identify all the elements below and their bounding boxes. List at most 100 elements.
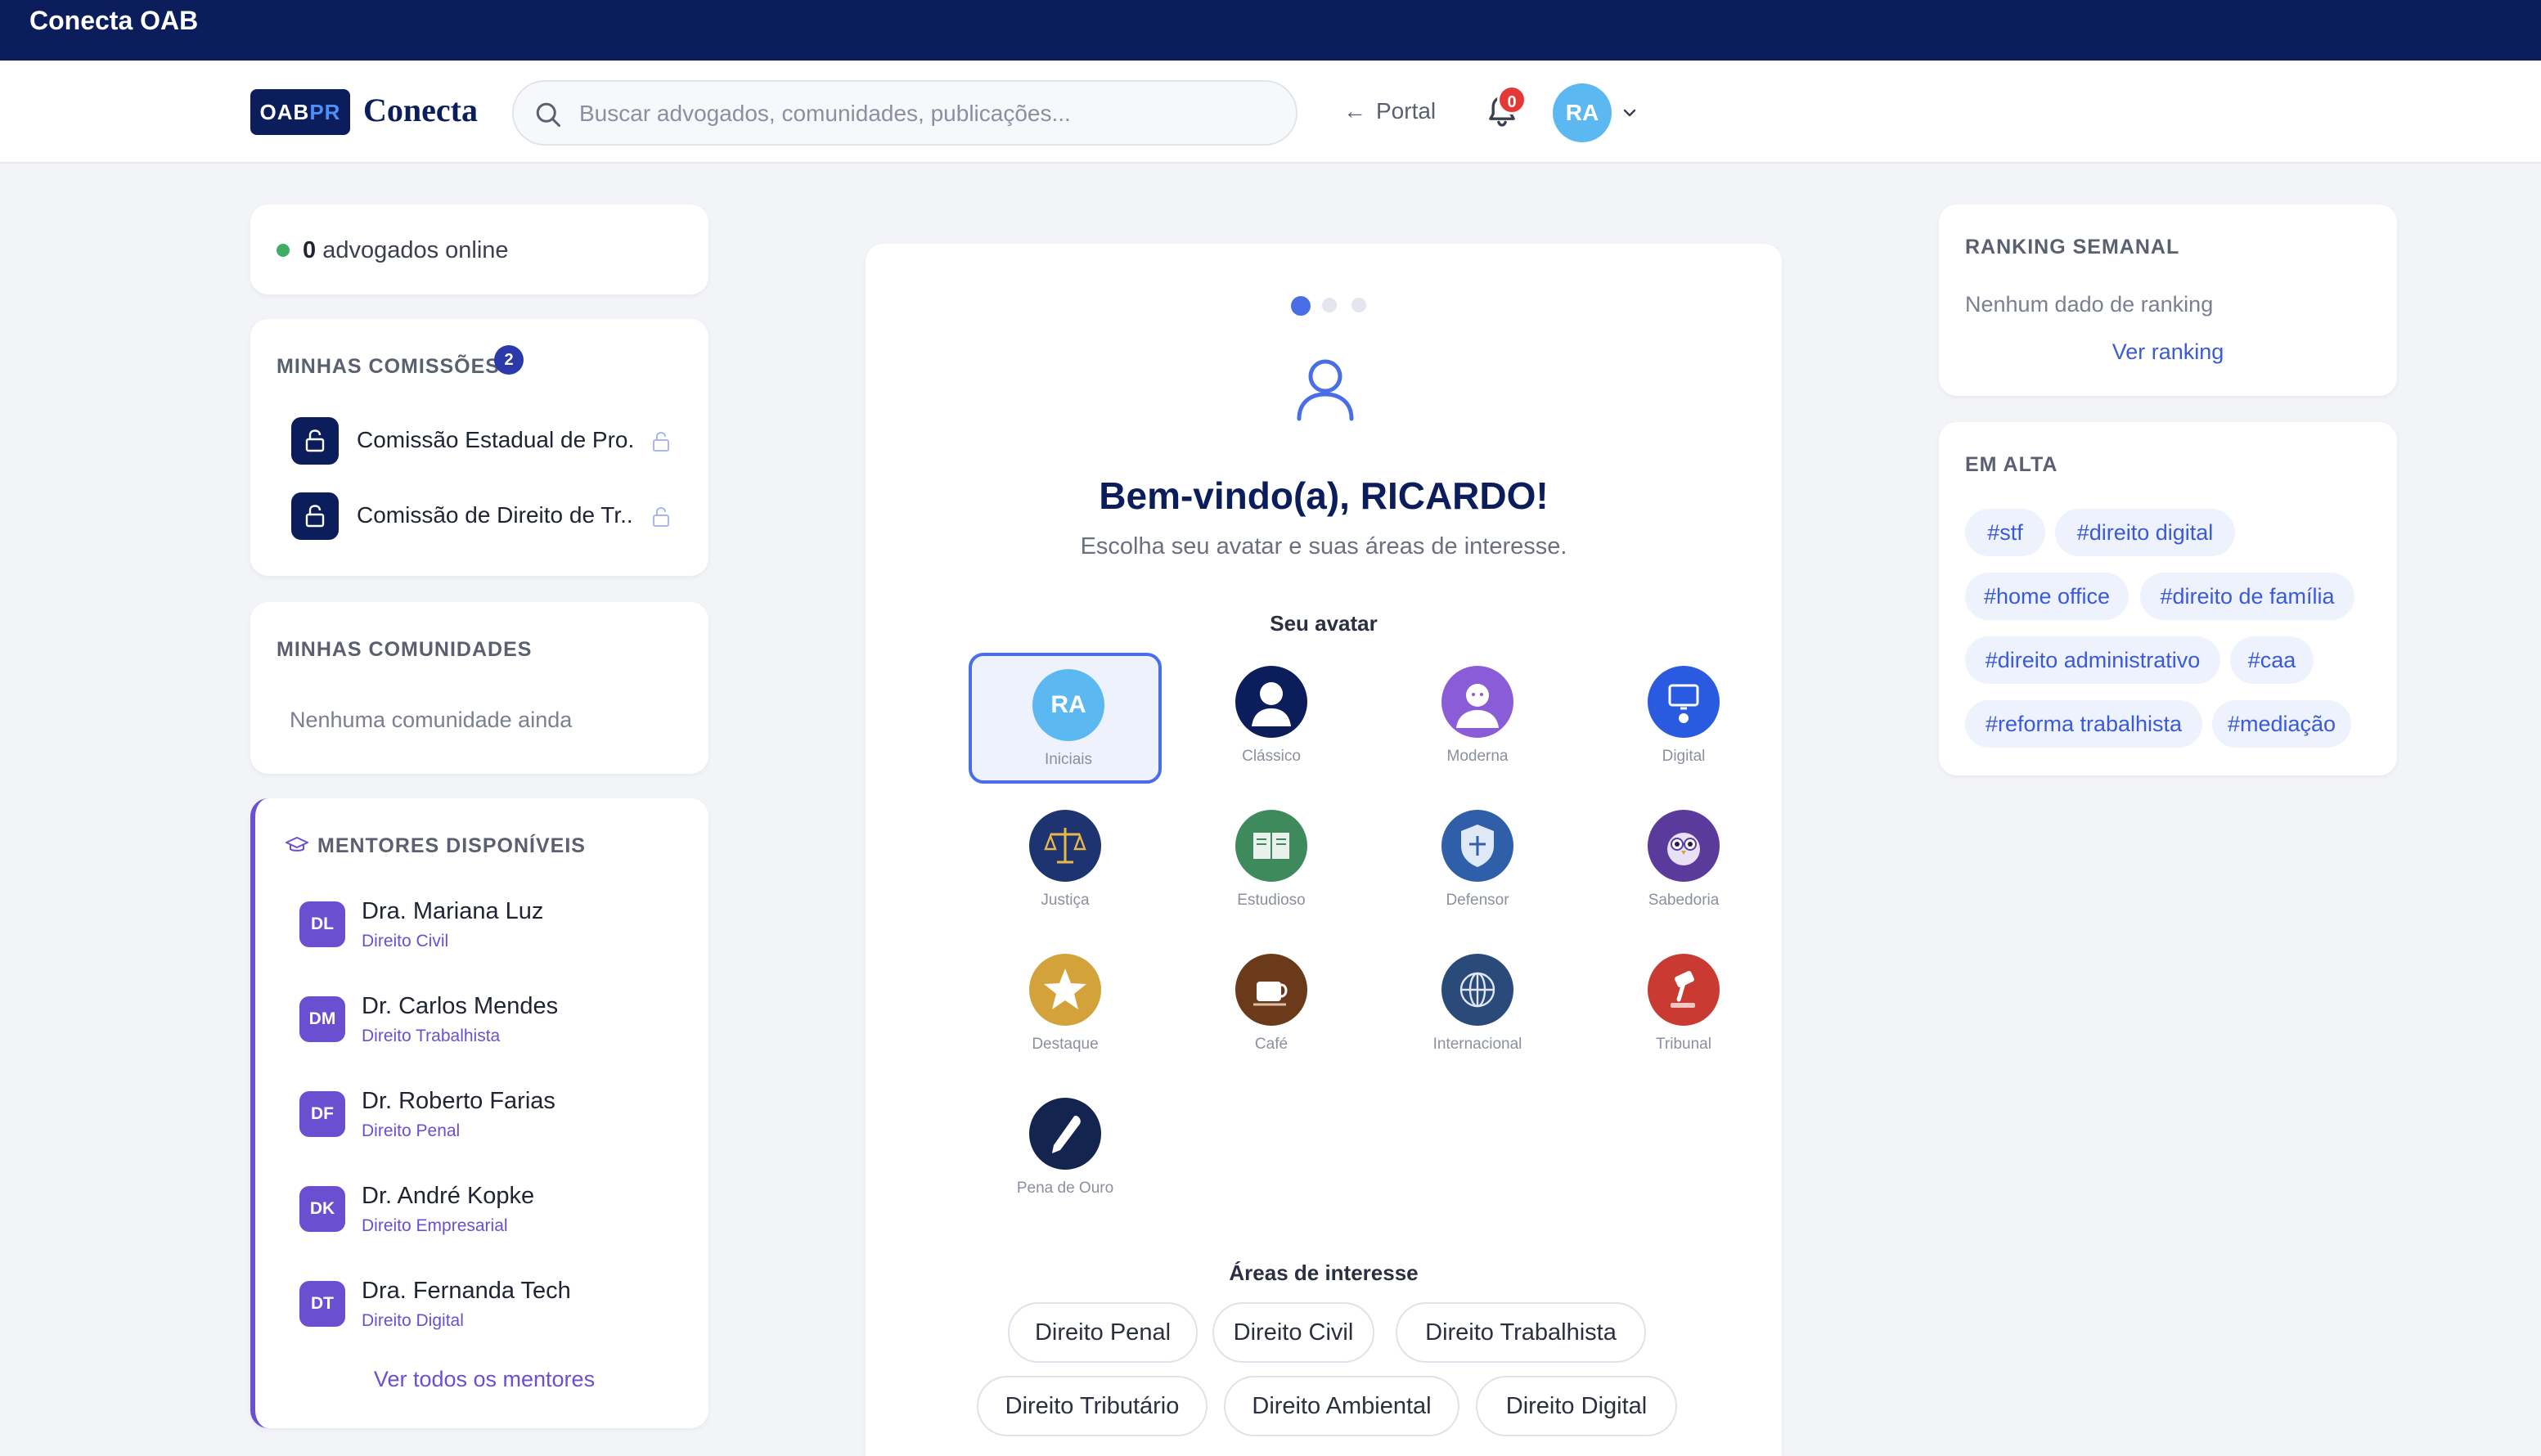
shield-icon [1441,810,1513,882]
mentor-name: Dr. Roberto Farias [362,1088,555,1114]
onboarding-card: Bem-vindo(a), RICARDO! Escolha seu avata… [866,244,1782,1456]
online-card: 0 advogados online [250,204,708,294]
avatar-option-cafe[interactable]: Café [1175,941,1368,1072]
comissoes-card: MINHAS COMISSÕES 2 Comissão Estadual de … [250,319,708,576]
trending-tag[interactable]: #direito de família [2140,573,2354,620]
mentor-avatar: DT [299,1281,345,1327]
avatar-option-tribunal[interactable]: Tribunal [1587,941,1780,1072]
online-count-text: 0 advogados online [303,237,509,263]
avatar-option-pena-de-ouro[interactable]: Pena de Ouro [969,1085,1162,1216]
trending-tag[interactable]: #mediação [2212,700,2351,748]
notification-count-badge: 0 [1497,85,1527,115]
avatar-option-label: Iniciais [1044,751,1093,768]
step-dot[interactable] [1351,298,1366,312]
mentor-item[interactable]: DF Dr. Roberto Farias Direito Penal [299,1078,659,1144]
avatar-option-estudioso[interactable]: Estudioso [1175,797,1368,928]
avatar-option-label: Moderna [1446,748,1509,765]
trending-tag[interactable]: #home office [1965,573,2129,620]
mentor-name: Dra. Mariana Luz [362,898,544,924]
see-ranking-link[interactable]: Ver ranking [1939,335,2397,368]
mentor-item[interactable]: DL Dra. Mariana Luz Direito Civil [299,888,659,954]
unlocked-icon [653,431,669,452]
search-icon [536,102,560,127]
book-icon [1235,810,1307,882]
avatar-option-defensor[interactable]: Defensor [1381,797,1574,928]
mentores-card: MENTORES DISPONÍVEIS DL Dra. Mariana Luz… [250,798,708,1428]
mentor-name: Dr. Carlos Mendes [362,993,559,1019]
mentor-item[interactable]: DM Dr. Carlos Mendes Direito Trabalhista [299,983,659,1049]
logo-conecta-text[interactable]: Conecta [363,90,478,131]
pen-icon [1029,1098,1101,1170]
search-bar[interactable] [512,80,1297,146]
avatar-option-destaque[interactable]: Destaque [969,941,1162,1072]
avatar-option-moderna[interactable]: Moderna [1381,653,1574,784]
area-chip[interactable]: Direito Penal [1008,1302,1198,1363]
avatar-option-label: Pena de Ouro [1016,1180,1114,1197]
trending-tag[interactable]: #caa [2230,636,2314,684]
oab-pr-logo[interactable]: OABPR [250,89,350,135]
top-header: OABPR Conecta ← Portal 0 RA [0,61,2541,164]
trending-tag[interactable]: #stf [1965,509,2045,556]
mentor-area: Direito Penal [362,1121,461,1140]
mentor-avatar: DF [299,1091,345,1137]
area-chip[interactable]: Direito Trabalhista [1396,1302,1646,1363]
ranking-title: RANKING SEMANAL [1965,236,2180,258]
area-chip[interactable]: Direito Ambiental [1224,1376,1459,1436]
lock-icon [291,492,339,540]
mentor-area: Direito Empresarial [362,1216,508,1235]
avatar-option-label: Defensor [1446,892,1509,909]
see-all-mentors-link[interactable]: Ver todos os mentores [255,1363,713,1395]
mentores-title: MENTORES DISPONÍVEIS [317,834,586,857]
window-title-bar: Conecta OAB [0,0,2541,61]
avatar-option-justica[interactable]: Justiça [969,797,1162,928]
avatar-option-classico[interactable]: Clássico [1175,653,1368,784]
avatar-option-label: Destaque [1032,1036,1099,1053]
ranking-card: RANKING SEMANAL Nenhum dado de ranking V… [1939,204,2397,396]
portal-link[interactable]: ← Portal [1343,95,1436,128]
avatar-option-label: Café [1254,1036,1288,1053]
area-chip[interactable]: Direito Tributário [977,1376,1208,1436]
mentor-area: Direito Digital [362,1311,464,1330]
mentor-item[interactable]: DK Dr. André Kopke Direito Empresarial [299,1173,659,1238]
avatar-section-label: Seu avatar [1270,611,1378,636]
comissoes-title: MINHAS COMISSÕES [277,355,500,378]
comunidades-card: MINHAS COMUNIDADES Nenhuma comunidade ai… [250,602,708,774]
globe-icon [1441,954,1513,1026]
search-input[interactable] [579,97,1275,131]
monitor-icon [1648,666,1720,738]
chevron-down-icon[interactable] [1621,105,1638,121]
avatar-option-digital[interactable]: Digital [1587,653,1780,784]
step-dot-active[interactable] [1291,296,1311,316]
area-chip[interactable]: Direito Civil [1212,1302,1374,1363]
mentor-item[interactable]: DT Dra. Fernanda Tech Direito Digital [299,1268,659,1333]
comissao-item[interactable]: Comissão Estadual de Pro... [291,416,676,465]
comissao-item[interactable]: Comissão de Direito de Tr... [291,491,676,540]
graduation-cap-icon [286,837,308,852]
gavel-icon [1648,954,1720,1026]
trending-tag[interactable]: #direito digital [2055,509,2235,556]
mentor-area: Direito Civil [362,932,449,950]
avatar-option-sabedoria[interactable]: Sabedoria [1587,797,1780,928]
trending-tag[interactable]: #direito administrativo [1965,636,2220,684]
avatar-option-label: Internacional [1432,1036,1522,1053]
mentor-avatar: DM [299,996,345,1042]
user-avatar[interactable]: RA [1553,83,1612,142]
unlocked-icon [653,506,669,527]
mentor-avatar: DK [299,1186,345,1232]
window-title: Conecta OAB [29,6,199,35]
avatar-option-iniciais[interactable]: RA Iniciais [969,653,1162,784]
avatar-option-label: Sabedoria [1648,892,1720,909]
trending-tag[interactable]: #reforma trabalhista [1965,700,2202,748]
step-dot[interactable] [1322,298,1337,312]
comissao-label: Comissão Estadual de Pro... [357,427,635,452]
trending-title: EM ALTA [1965,453,2058,476]
comissao-label: Comissão de Direito de Tr... [357,502,635,528]
arrow-left-icon: ← [1343,98,1366,124]
woman-icon [1441,666,1513,738]
avatar-option-label: Tribunal [1656,1036,1711,1053]
mentor-area: Direito Trabalhista [362,1027,501,1045]
coffee-icon [1235,954,1307,1026]
lock-icon [291,417,339,465]
avatar-option-internacional[interactable]: Internacional [1381,941,1574,1072]
area-chip[interactable]: Direito Digital [1476,1376,1677,1436]
